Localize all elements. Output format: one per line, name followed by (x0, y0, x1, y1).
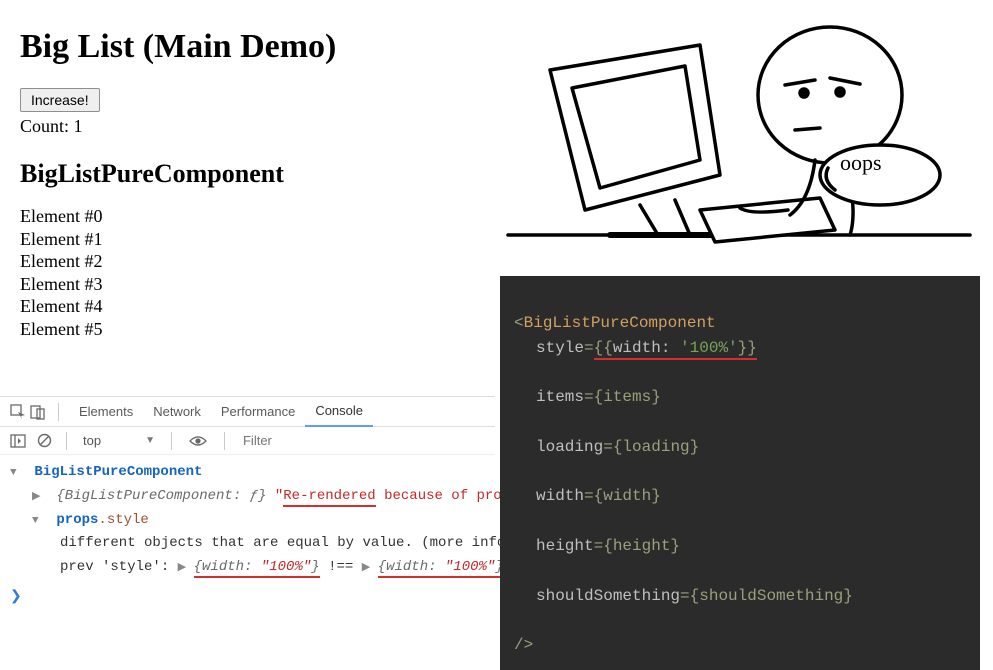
disclosure-triangle-icon[interactable]: ▶ (32, 488, 44, 507)
context-selector[interactable]: top (83, 433, 101, 448)
code-snippet: <BigListPureComponent style={{width: '10… (500, 276, 980, 670)
speech-bubble-text: oops (840, 150, 882, 176)
disclosure-triangle-icon[interactable]: ▶ (362, 559, 374, 578)
inspect-icon[interactable] (8, 402, 28, 422)
sidebar-toggle-icon[interactable] (8, 431, 28, 451)
console-prompt[interactable]: ❯ (0, 584, 495, 627)
devtools-panel: Elements Network Performance Console top… (0, 396, 495, 656)
chevron-down-icon[interactable]: ▼ (145, 435, 155, 446)
disclosure-triangle-icon[interactable]: ▼ (32, 512, 44, 531)
tab-network[interactable]: Network (143, 397, 211, 427)
clear-console-icon[interactable] (34, 431, 54, 451)
disclosure-triangle-icon[interactable]: ▶ (178, 559, 190, 578)
eye-icon[interactable] (188, 431, 208, 451)
devtools-tabbar: Elements Network Performance Console (0, 397, 495, 427)
device-toggle-icon[interactable] (28, 402, 48, 422)
tab-console[interactable]: Console (305, 397, 373, 427)
tab-performance[interactable]: Performance (211, 397, 305, 427)
increase-button[interactable]: Increase! (20, 88, 100, 112)
comic-illustration: oops (490, 10, 980, 270)
count-value: 1 (74, 116, 83, 136)
tab-elements[interactable]: Elements (69, 397, 143, 427)
prompt-caret-icon: ❯ (10, 589, 22, 605)
filter-input[interactable] (241, 432, 361, 449)
disclosure-triangle-icon[interactable]: ▼ (10, 464, 22, 483)
console-toolbar: top ▼ (0, 427, 495, 455)
